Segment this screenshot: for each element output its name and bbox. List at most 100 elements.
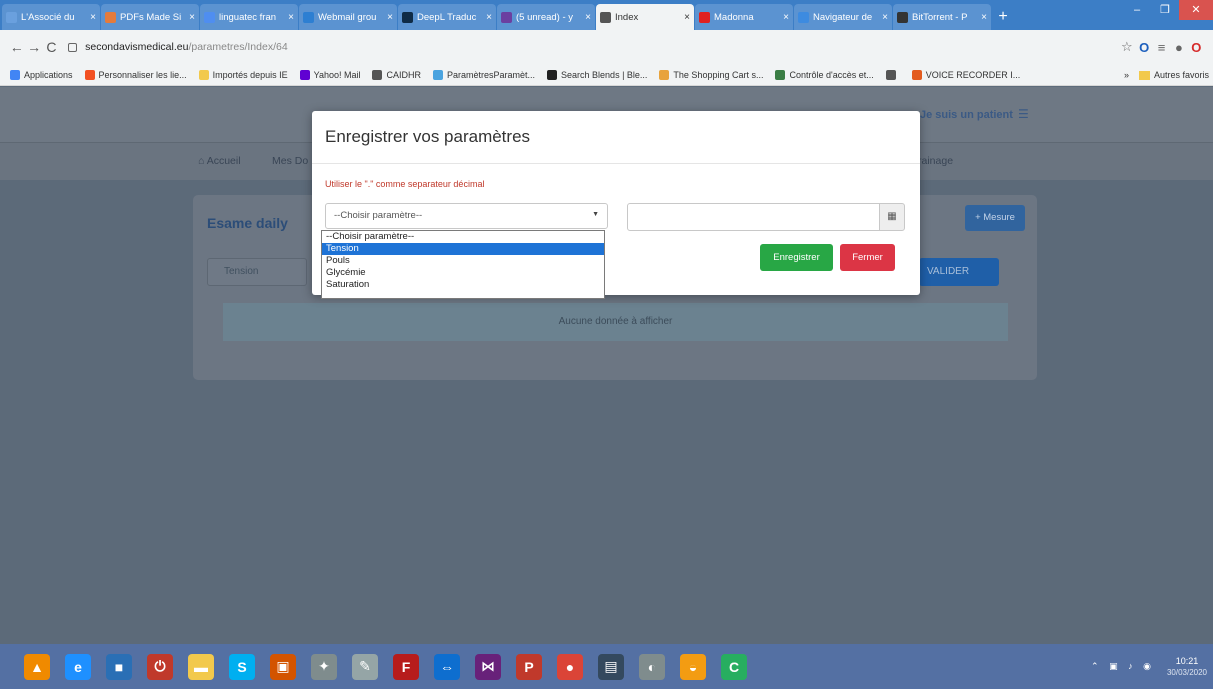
browser-tab[interactable]: BitTorrent - P ×	[893, 4, 991, 30]
nav-mes-donnees[interactable]: Mes Do	[272, 155, 308, 167]
browser-tab[interactable]: Index ×	[596, 4, 694, 30]
tab-title: DeepL Traduc	[417, 11, 477, 23]
internet-explorer-icon[interactable]: e	[65, 653, 91, 680]
bookmarks-more-button[interactable]: »	[1124, 70, 1129, 80]
close-window-button[interactable]: ✕	[1179, 0, 1213, 20]
bookmark-item[interactable]: CAIDHR	[372, 69, 421, 80]
browser-tab-strip: L'Associé du × PDFs Made Si × linguatec fran…	[0, 0, 1213, 30]
bookmark-label: Search Blends | Ble...	[561, 69, 648, 80]
option-saturation[interactable]: Saturation	[322, 279, 604, 291]
tab-close-icon[interactable]: ×	[387, 12, 393, 23]
value-input[interactable]	[627, 203, 880, 231]
bookmark-item[interactable]: Importés depuis IE	[198, 69, 288, 80]
browser-tab[interactable]: Navigateur de ×	[794, 4, 892, 30]
option-glycemie[interactable]: Glycémie	[322, 267, 604, 279]
bookmark-label: Applications	[24, 69, 73, 80]
bookmark-item[interactable]: Yahoo! Mail	[299, 69, 361, 80]
folder-icon[interactable]: ▬	[188, 653, 214, 680]
bookmark-item[interactable]: Search Blends | Ble...	[547, 69, 648, 80]
other-bookmarks[interactable]: Autres favoris	[1154, 70, 1209, 80]
option-pouls[interactable]: Pouls	[322, 255, 604, 267]
opera-icon[interactable]: O	[1188, 40, 1205, 55]
browser-tab[interactable]: (5 unread) - y ×	[497, 4, 595, 30]
validate-button[interactable]: VALIDER	[919, 258, 999, 286]
save-button[interactable]: Enregistrer	[760, 244, 833, 271]
app-icon-2[interactable]: ▣	[270, 653, 296, 680]
bookmark-star-icon[interactable]: ☆	[1118, 39, 1135, 55]
skype-icon[interactable]: S	[229, 653, 255, 680]
bookmark-favicon-icon	[659, 69, 670, 80]
maximize-button[interactable]: ❐	[1151, 0, 1179, 20]
camtasia-icon[interactable]: C	[721, 653, 747, 680]
nav-accueil[interactable]: ⌂ Accueil	[198, 155, 241, 167]
power-icon[interactable]: ⏻	[147, 653, 173, 680]
nav-parrainage[interactable]: rainage	[918, 155, 953, 167]
tools-icon[interactable]: ✎	[352, 653, 378, 680]
empty-state: Aucune donnée à afficher	[223, 303, 1008, 341]
bookmarks-container: Applications Personnaliser les lie... Impo…	[10, 69, 1032, 80]
tab-close-icon[interactable]: ×	[585, 12, 591, 23]
forward-icon[interactable]: →	[25, 39, 42, 55]
add-measure-button[interactable]: + Mesure	[965, 205, 1025, 231]
browser-tab[interactable]: Webmail grou ×	[299, 4, 397, 30]
tab-title: (5 unread) - y	[516, 11, 574, 23]
minimize-button[interactable]: –	[1123, 0, 1151, 20]
tab-close-icon[interactable]: ×	[684, 12, 690, 23]
chrome-icon[interactable]: ●	[557, 653, 583, 680]
bookmark-item[interactable]: Applications	[10, 69, 73, 80]
url-path: /parametres/Index/64	[188, 41, 288, 53]
bookmark-label: Yahoo! Mail	[313, 69, 361, 80]
browser-tab[interactable]: DeepL Traduc ×	[398, 4, 496, 30]
url-field[interactable]: secondavismedical.eu /parametres/Index/6…	[68, 36, 1118, 58]
app-icon-4[interactable]: ◐	[639, 653, 665, 680]
bookmark-item[interactable]: ParamètresParamèt...	[433, 69, 535, 80]
bookmark-favicon-icon	[885, 69, 896, 80]
calendar-icon[interactable]: ▦	[879, 203, 905, 231]
tab-close-icon[interactable]: ×	[90, 12, 96, 23]
bookmark-item[interactable]: Personnaliser les lie...	[84, 69, 187, 80]
profile-icon[interactable]: ●	[1170, 40, 1187, 55]
tab-title: Webmail grou	[318, 11, 377, 23]
tab-close-icon[interactable]: ×	[486, 12, 492, 23]
browser-tab[interactable]: Madonna ×	[695, 4, 793, 30]
menu-list-icon[interactable]: ≡	[1153, 40, 1170, 55]
filter-select[interactable]: Tension	[207, 258, 307, 286]
network-icon[interactable]: ✦	[311, 653, 337, 680]
tab-close-icon[interactable]: ×	[288, 12, 294, 23]
back-icon[interactable]: ←	[8, 39, 25, 55]
user-label[interactable]: Je suis un patient	[920, 109, 1013, 121]
bookmark-item[interactable]: The Shopping Cart s...	[659, 69, 763, 80]
tab-close-icon[interactable]: ×	[783, 12, 789, 23]
bookmark-favicon-icon	[547, 69, 558, 80]
modal-divider	[312, 163, 920, 164]
browser-tab[interactable]: linguatec fran ×	[200, 4, 298, 30]
bookmark-item[interactable]	[885, 69, 900, 80]
parameter-select[interactable]: --Choisir paramètre-- ▼	[325, 203, 608, 229]
vlc-icon[interactable]: ▲	[24, 653, 50, 680]
app-icon[interactable]: ■	[106, 653, 132, 680]
bookmark-item[interactable]: Contrôle d'accès et...	[775, 69, 874, 80]
option-tension[interactable]: Tension	[322, 243, 604, 255]
app-icon-3[interactable]: ▤	[598, 653, 624, 680]
menu-icon[interactable]: ☰	[1018, 107, 1029, 121]
tab-title: PDFs Made Si	[120, 11, 182, 23]
extension-icon[interactable]: O	[1136, 40, 1153, 55]
browser-tab[interactable]: PDFs Made Si ×	[101, 4, 199, 30]
app-p-icon[interactable]: P	[516, 653, 542, 680]
new-tab-button[interactable]: +	[992, 4, 1014, 30]
browser-tab[interactable]: L'Associé du ×	[2, 4, 100, 30]
tray-icons[interactable]: ⌃ ▣ ♪ ◉	[1091, 661, 1155, 672]
teamviewer-icon[interactable]: ⇔	[434, 653, 460, 680]
bookmark-item[interactable]: VOICE RECORDER I...	[911, 69, 1020, 80]
reload-icon[interactable]: C	[43, 39, 60, 55]
clock[interactable]: 10:21 30/03/2020	[1167, 656, 1207, 678]
filezilla-icon[interactable]: F	[393, 653, 419, 680]
visual-studio-icon[interactable]: ⋈	[475, 653, 501, 680]
close-button[interactable]: Fermer	[840, 244, 895, 271]
tab-close-icon[interactable]: ×	[981, 12, 987, 23]
vpn-icon[interactable]: ◒	[680, 653, 706, 680]
option-placeholder[interactable]: --Choisir paramètre--	[322, 231, 604, 243]
tab-close-icon[interactable]: ×	[189, 12, 195, 23]
bookmarks-bar: Applications Personnaliser les lie... Impo…	[0, 64, 1213, 86]
tab-close-icon[interactable]: ×	[882, 12, 888, 23]
